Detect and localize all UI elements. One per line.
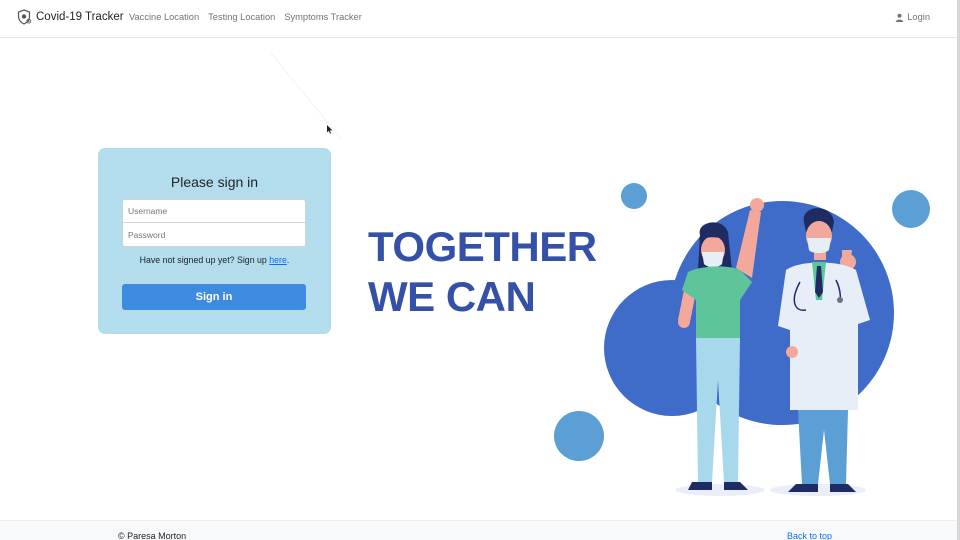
- nav-link-testing-location[interactable]: Testing Location: [208, 12, 275, 22]
- signup-prompt: Have not signed up yet? Sign up here.: [98, 255, 331, 265]
- username-input[interactable]: [122, 199, 306, 223]
- user-icon: [895, 13, 904, 22]
- signin-title: Please sign in: [170, 174, 259, 190]
- signup-link[interactable]: here: [269, 255, 287, 265]
- signin-card: Please sign in Have not signed up yet? S…: [98, 148, 331, 334]
- nav-link-symptoms-tracker[interactable]: Symptoms Tracker: [284, 12, 362, 22]
- nav-link-vaccine-location[interactable]: Vaccine Location: [129, 12, 199, 22]
- signup-suffix: .: [286, 255, 290, 265]
- shield-virus-icon: [17, 9, 32, 25]
- mouse-cursor-icon: [327, 125, 333, 134]
- signup-prompt-text: Have not signed up yet? Sign up: [139, 255, 270, 265]
- password-input[interactable]: [122, 223, 306, 247]
- brand[interactable]: Covid-19 Tracker: [16, 9, 124, 25]
- signin-button[interactable]: Sign in: [122, 284, 306, 310]
- faint-decorative-line: [269, 51, 343, 141]
- top-navbar: Covid-19 Tracker Vaccine Location Testin…: [0, 0, 957, 38]
- login-label: Login: [907, 12, 930, 22]
- nav-links: Vaccine Location Testing Location Sympto…: [129, 12, 362, 22]
- hero-illustration: [554, 183, 930, 496]
- login-link[interactable]: Login: [895, 12, 930, 22]
- footer-copyright: © Paresa Morton: [118, 531, 187, 540]
- brand-title: Covid-19 Tracker: [36, 11, 124, 23]
- back-to-top-link[interactable]: Back to top: [787, 531, 832, 540]
- footer: © Paresa Morton Back to top: [0, 520, 957, 540]
